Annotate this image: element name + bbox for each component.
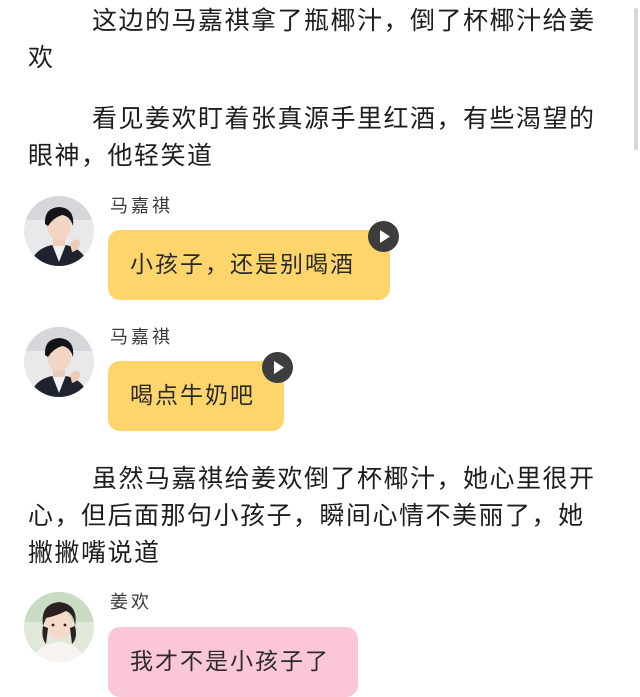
sender-name: 姜欢 bbox=[110, 592, 152, 613]
play-icon bbox=[273, 361, 284, 374]
message-bubble[interactable]: 小孩子，还是别喝酒 bbox=[108, 230, 390, 300]
avatar[interactable] bbox=[24, 196, 94, 266]
message-bubble[interactable]: 我才不是小孩子了 bbox=[108, 627, 358, 697]
scrollbar[interactable] bbox=[634, 8, 638, 150]
play-icon bbox=[379, 230, 390, 243]
avatar[interactable] bbox=[24, 592, 94, 662]
story-paragraph: 看见姜欢盯着张真源手里红酒，有些渴望的眼神，他轻笑道 bbox=[28, 104, 596, 170]
boy-portrait-avatar-icon bbox=[24, 327, 94, 397]
sender-name: 马嘉祺 bbox=[110, 196, 173, 217]
voice-play-button[interactable] bbox=[262, 352, 293, 383]
girl-portrait-avatar-icon bbox=[24, 592, 94, 662]
chat-message: 姜欢 我才不是小孩子了 bbox=[24, 592, 640, 697]
message-bubble[interactable]: 喝点牛奶吧 bbox=[108, 361, 284, 431]
story-paragraph: 虽然马嘉祺给姜欢倒了杯椰汁，她心里很开心，但后面那句小孩子，瞬间心情不美丽了，她… bbox=[28, 464, 596, 567]
chat-message: 马嘉祺 喝点牛奶吧 bbox=[24, 327, 640, 437]
voice-play-button[interactable] bbox=[368, 221, 399, 252]
avatar[interactable] bbox=[24, 327, 94, 397]
chat-message: 马嘉祺 小孩子，还是别喝酒 bbox=[24, 196, 640, 306]
story-paragraph: 这边的马嘉祺拿了瓶椰汁，倒了杯椰汁给姜欢 bbox=[28, 6, 596, 72]
boy-portrait-avatar-icon bbox=[24, 196, 94, 266]
sender-name: 马嘉祺 bbox=[110, 327, 173, 348]
